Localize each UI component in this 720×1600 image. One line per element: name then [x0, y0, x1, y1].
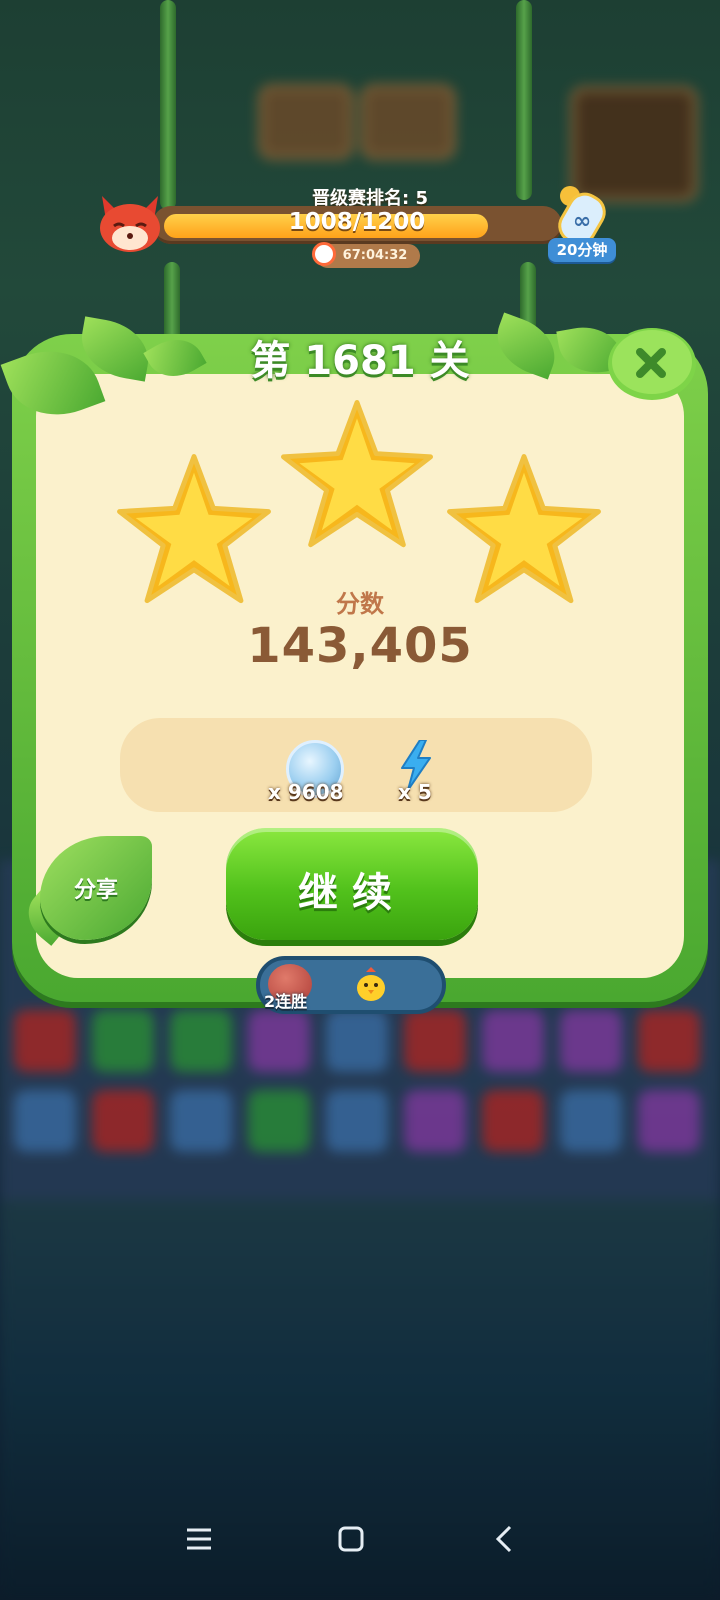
fox-avatar-icon[interactable] [96, 192, 164, 254]
rewards-box [120, 718, 592, 812]
star-1-icon [117, 454, 271, 604]
level-title: 第 1681 关 [250, 338, 470, 384]
timer-text: 67:04:32 [342, 248, 408, 263]
continue-button-label: 继续 [298, 870, 406, 916]
home-icon[interactable] [336, 1524, 366, 1554]
vine [516, 0, 532, 200]
star-2-icon [281, 400, 433, 548]
system-nav-bar [0, 1480, 720, 1600]
bg-sign [258, 84, 354, 160]
win-streak-label: 2连胜 [264, 992, 308, 1011]
share-button-label: 分享 [73, 878, 118, 903]
menu-icon[interactable] [184, 1524, 214, 1554]
vine [164, 262, 180, 342]
close-button[interactable] [596, 322, 700, 406]
back-icon[interactable] [490, 1524, 520, 1554]
coin-reward-count: x 9608 [268, 780, 344, 804]
event-timer: 67:04:32 [312, 242, 420, 268]
progress-text: 1008/1200 [288, 209, 426, 235]
booster-duration-label: 20分钟 [548, 238, 616, 262]
clock-icon [312, 242, 336, 266]
progress-bar: 1008/1200 [152, 206, 562, 244]
chick-icon [357, 967, 385, 1001]
svg-text:∞: ∞ [573, 209, 591, 234]
score-label: 分数 [336, 590, 384, 618]
energy-reward-count: x 5 [398, 780, 432, 804]
bg-sign [360, 84, 456, 160]
star-3-icon [447, 454, 601, 604]
vine [160, 0, 176, 210]
continue-button[interactable]: 继续 [226, 828, 478, 940]
win-streak-badge: 2连胜 [256, 956, 446, 1014]
score-value: 143,405 [247, 618, 473, 674]
